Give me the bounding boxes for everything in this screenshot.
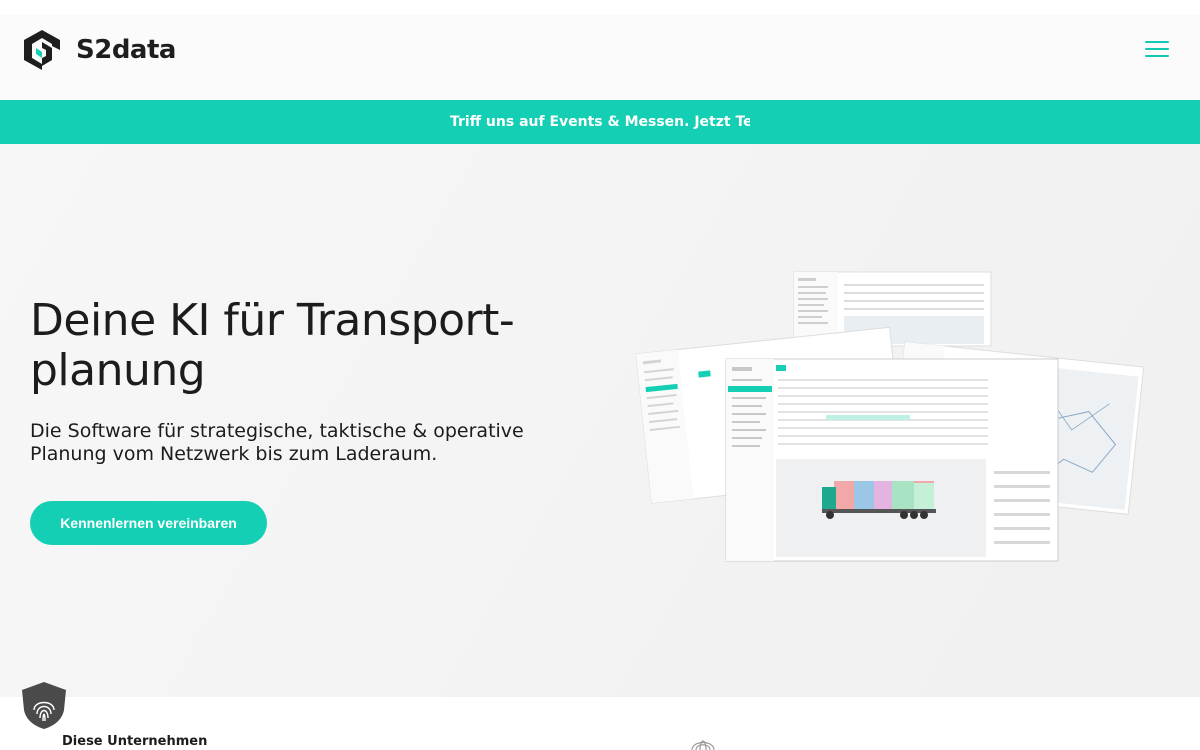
bottom-heading: Diese Unternehmen <box>62 734 208 749</box>
menu-button[interactable] <box>1145 41 1169 61</box>
hamburger-icon-bar-2 <box>1145 48 1169 50</box>
mock-window-main <box>725 358 1059 562</box>
logo-text: S2data <box>76 35 176 65</box>
partner-logo-icon <box>691 740 715 750</box>
hamburger-icon-bar-3 <box>1145 55 1169 57</box>
product-screenshots-image <box>635 271 1145 562</box>
hero-section: Deine KI für Transport-planung Die Softw… <box>0 144 1200 697</box>
announcement-banner[interactable]: Triff uns auf Events & Messen. Jetzt Ter… <box>0 100 1200 144</box>
banner-text[interactable]: Triff uns auf Events & Messen. Jetzt Ter… <box>450 100 750 144</box>
logo[interactable]: S2data <box>20 28 176 72</box>
hero-subtitle: Die Software für strategische, taktische… <box>30 420 524 465</box>
fingerprint-shield-icon[interactable] <box>20 680 68 730</box>
hero-title: Deine KI für Transport-planung <box>30 295 515 396</box>
site-header: S2data <box>0 15 1200 100</box>
cta-button[interactable]: Kennenlernen vereinbaren <box>30 501 267 545</box>
hamburger-icon-bar-1 <box>1145 41 1169 43</box>
s2data-logo-icon <box>24 30 60 70</box>
